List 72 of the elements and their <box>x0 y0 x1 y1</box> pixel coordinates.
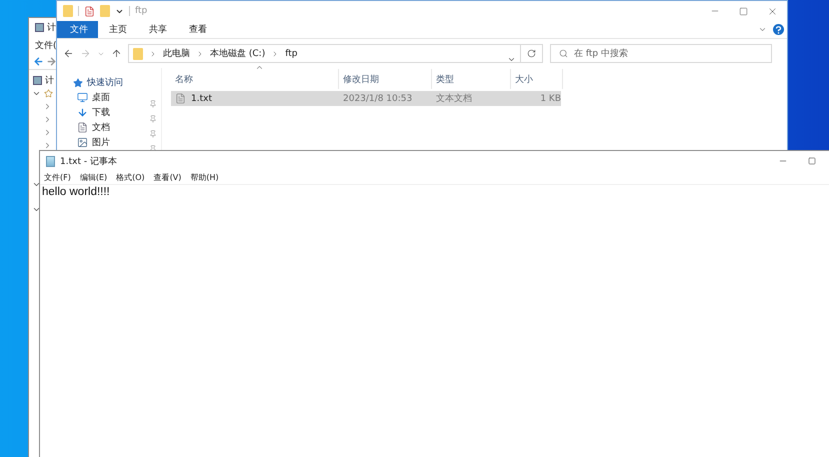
breadcrumb-item[interactable]: 此电脑 <box>163 47 190 60</box>
nav-item[interactable]: 图片 <box>92 136 110 149</box>
pin-icon <box>149 115 157 123</box>
menu-item[interactable]: 格式(O) <box>116 172 145 183</box>
expand-ribbon-icon <box>758 25 767 34</box>
search-placeholder: 在 ftp 中搜索 <box>574 48 628 60</box>
column-header[interactable]: 类型 <box>432 69 511 89</box>
tree-toggle[interactable] <box>43 102 52 111</box>
download-icon <box>77 107 88 118</box>
desktop-icon <box>77 92 88 103</box>
menu-item[interactable]: 查看(V) <box>154 172 182 183</box>
table-cell-text: 文本文档 <box>435 92 473 105</box>
column-header[interactable]: 大小 <box>511 69 563 89</box>
address-bar[interactable]: 此电脑 本地磁盘 (C:) ftp <box>128 44 521 63</box>
ribbon-tab[interactable]: 共享 <box>138 21 178 38</box>
folder-icon <box>133 48 143 60</box>
breadcrumb-item[interactable]: 本地磁盘 (C:) <box>210 47 266 60</box>
breadcrumb-item[interactable]: ftp <box>285 48 298 58</box>
pin-icon <box>149 100 157 108</box>
tree-toggle[interactable] <box>43 128 52 137</box>
folder-icon <box>100 5 110 17</box>
pin-icon <box>149 130 157 138</box>
back-icon <box>63 48 74 59</box>
tree-toggle[interactable] <box>32 180 41 189</box>
text-content: hello world!!!! <box>41 185 111 199</box>
forward-icon <box>46 56 57 66</box>
nav-item[interactable]: 下载 <box>92 106 110 119</box>
table-cell-text: 2023/1/8 10:53 <box>342 94 414 104</box>
window-title: 计 <box>47 22 56 34</box>
refresh-icon <box>527 49 536 58</box>
close-icon <box>767 6 778 16</box>
chevron-icon <box>196 50 204 58</box>
forward-icon <box>80 48 91 59</box>
nav-item[interactable]: 文档 <box>92 121 110 134</box>
search-field[interactable]: 在 ftp 中搜索 <box>550 44 772 63</box>
picture-icon <box>77 137 88 148</box>
refresh-button[interactable] <box>521 44 543 63</box>
tree-toggle[interactable] <box>32 205 41 214</box>
ribbon-tab[interactable]: 文件 <box>57 21 98 38</box>
document-icon <box>77 122 88 133</box>
folder-icon <box>63 5 73 17</box>
ribbon-tab[interactable]: 查看 <box>178 21 218 38</box>
tree-toggle[interactable] <box>43 141 52 150</box>
maximize-icon <box>739 6 748 16</box>
help-icon[interactable] <box>773 24 784 35</box>
tree-toggle[interactable] <box>32 89 41 98</box>
maximize-icon <box>808 157 816 165</box>
menu-item[interactable]: 文件(F) <box>44 172 71 183</box>
menu-item[interactable]: 帮助(H) <box>190 172 219 183</box>
nav-item[interactable]: 桌面 <box>92 91 110 104</box>
properties-icon <box>84 6 95 16</box>
text-file-icon <box>175 93 186 104</box>
ribbon-tab[interactable]: 主页 <box>98 21 138 38</box>
up-icon <box>111 48 122 59</box>
menu-item[interactable]: 编辑(E) <box>80 172 108 183</box>
tree-item[interactable]: 计 <box>45 74 54 87</box>
menu-item[interactable]: 文件( <box>35 38 57 52</box>
file-row[interactable]: 1.txt 2023/1/8 10:53 文本文档 1 KB <box>171 91 561 106</box>
column-header[interactable]: 修改日期 <box>339 69 432 89</box>
back-icon <box>33 56 44 66</box>
window-title: ftp <box>135 6 148 16</box>
window-title: 1.txt - 记事本 <box>60 156 117 168</box>
search-icon <box>559 49 568 58</box>
column-header[interactable]: 名称 <box>171 69 339 89</box>
table-cell-text: 1 KB <box>539 94 561 104</box>
star-icon <box>73 78 83 88</box>
notepad-icon <box>46 156 55 166</box>
file-name: 1.txt <box>191 94 212 104</box>
nav-item[interactable]: 快速访问 <box>87 76 123 89</box>
chevron-icon <box>149 50 157 58</box>
dropdown-icon <box>507 55 516 64</box>
tree-toggle[interactable] <box>43 115 52 124</box>
